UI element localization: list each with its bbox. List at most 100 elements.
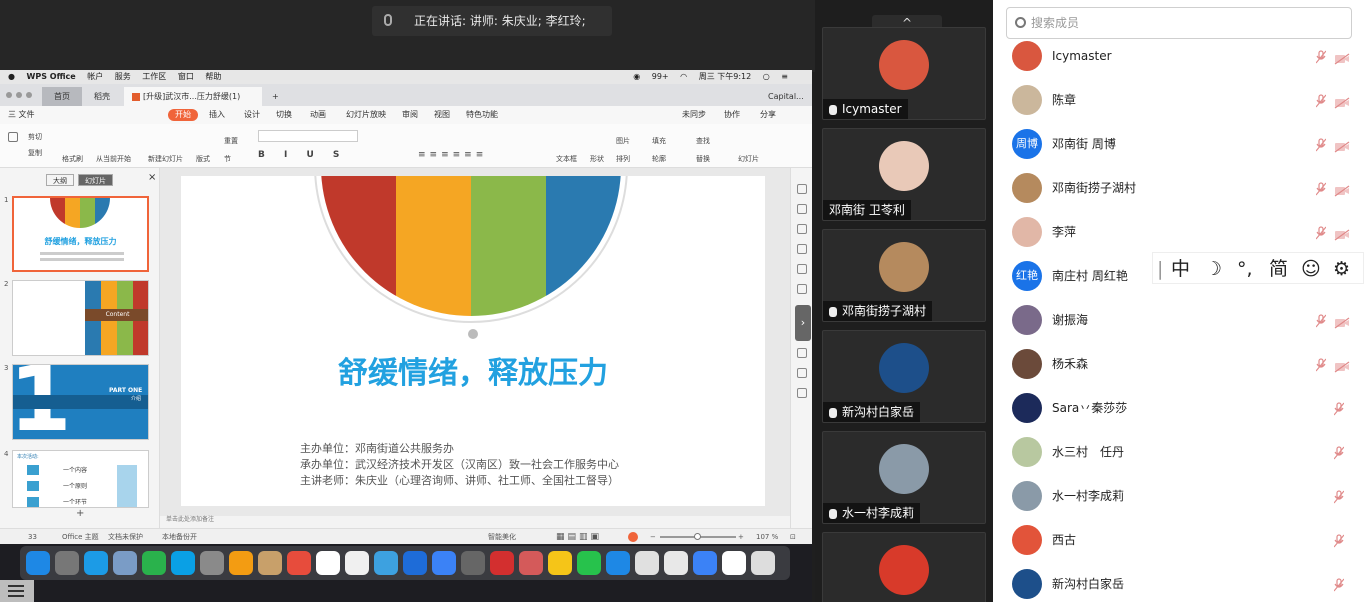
menubar-item-workspace[interactable]: 工作区	[142, 72, 166, 81]
fit-icon[interactable]: ⊡	[790, 529, 796, 545]
font-select[interactable]	[258, 130, 358, 142]
menu-review[interactable]: 审阅	[402, 106, 418, 124]
tab-slides[interactable]: 幻灯片	[78, 174, 113, 186]
zoom-out-button[interactable]: −	[650, 529, 656, 545]
transition-icon[interactable]	[797, 244, 807, 254]
slide-thumb-4[interactable]: 本次活动: 一个内容 一个原则 一个环节	[12, 450, 149, 508]
video-tile[interactable]: Icymaster	[822, 27, 986, 120]
menu-transition[interactable]: 切换	[276, 106, 292, 124]
member-item[interactable]: 谢振海	[1012, 302, 1352, 338]
mic-muted-icon[interactable]	[1315, 137, 1327, 152]
mic-muted-icon[interactable]	[1315, 357, 1327, 372]
camera-off-icon[interactable]	[1334, 138, 1350, 153]
camera-off-icon[interactable]	[1334, 358, 1350, 373]
theme-name[interactable]: Office 主题	[62, 529, 99, 545]
member-item[interactable]: 杨禾森	[1012, 346, 1352, 382]
ime-simplified[interactable]: 简	[1269, 253, 1288, 285]
tab-outline[interactable]: 大纲	[46, 174, 74, 186]
menu-animation[interactable]: 动画	[310, 106, 326, 124]
shapes-button[interactable]: 形状	[590, 154, 604, 164]
camera-off-icon[interactable]	[1334, 50, 1350, 65]
tab-docer[interactable]: 稻壳	[86, 87, 122, 106]
mic-muted-icon[interactable]	[1315, 225, 1327, 240]
camera-off-icon[interactable]	[1334, 314, 1350, 329]
menubar-item-help[interactable]: 帮助	[205, 72, 221, 81]
color-icon[interactable]	[797, 264, 807, 274]
dock-app-icon[interactable]	[693, 551, 717, 575]
image-button[interactable]: 图片	[616, 136, 630, 146]
video-tile[interactable]	[822, 532, 986, 602]
mic-muted-icon[interactable]	[1333, 577, 1345, 592]
member-item[interactable]: 水一村李成莉	[1012, 478, 1352, 514]
zoom-level[interactable]: 107 %	[756, 529, 778, 545]
meeting-toolbar-icon[interactable]	[0, 580, 34, 602]
outline-button[interactable]: 轮廓	[652, 154, 666, 164]
menu-design[interactable]: 设计	[244, 106, 260, 124]
mic-muted-icon[interactable]	[1333, 489, 1345, 504]
dock-app-icon[interactable]	[432, 551, 456, 575]
rotate-handle[interactable]	[468, 329, 478, 339]
paste-button[interactable]	[8, 132, 20, 142]
member-item[interactable]: Icymaster	[1012, 38, 1352, 74]
replace-button[interactable]: 替换	[696, 154, 710, 164]
dock-app-icon[interactable]	[55, 551, 79, 575]
menubar-item-service[interactable]: 服务	[115, 72, 131, 81]
member-item[interactable]: Sara丷秦莎莎	[1012, 390, 1352, 426]
camera-off-icon[interactable]	[1334, 226, 1350, 241]
member-item[interactable]: 西古	[1012, 522, 1352, 558]
mic-muted-icon[interactable]	[1315, 49, 1327, 64]
dock-app-icon[interactable]	[316, 551, 340, 575]
font-style-buttons[interactable]: B I U S	[258, 150, 347, 160]
slide-thumb-1[interactable]: 舒缓情绪，释放压力	[12, 196, 149, 272]
help-icon[interactable]	[797, 388, 807, 398]
panel-close-button[interactable]: ×	[148, 172, 156, 183]
member-item[interactable]: 李萍	[1012, 214, 1352, 250]
menu-slideshow[interactable]: 幻灯片放映	[346, 106, 386, 124]
camera-off-icon[interactable]	[1334, 94, 1350, 109]
member-item[interactable]: 周博 邓南街 周博	[1012, 126, 1352, 162]
menu-features[interactable]: 特色功能	[466, 106, 498, 124]
animation-icon[interactable]	[797, 224, 807, 234]
dock-app-icon[interactable]	[577, 551, 601, 575]
mic-muted-icon[interactable]	[1315, 181, 1327, 196]
camera-off-icon[interactable]	[1334, 182, 1350, 197]
play-from-current-button[interactable]: 从当前开始	[96, 154, 131, 164]
layout-button[interactable]: 版式	[196, 154, 210, 164]
mic-muted-icon[interactable]	[1333, 401, 1345, 416]
dock-app-icon[interactable]	[84, 551, 108, 575]
member-item[interactable]: 邓南街捞子湖村	[1012, 170, 1352, 206]
dock-app-icon[interactable]	[606, 551, 630, 575]
format-icon[interactable]	[797, 204, 807, 214]
section-button[interactable]: 节	[224, 154, 231, 164]
search-icon[interactable]: ○	[763, 72, 770, 81]
doc-protect-status[interactable]: 文档未保护	[108, 529, 143, 545]
backup-status[interactable]: 本地备份开	[162, 529, 197, 545]
dock-app-icon[interactable]	[490, 551, 514, 575]
slide-thumb-2[interactable]: Content	[12, 280, 149, 356]
menu-start[interactable]: 开始	[168, 109, 198, 121]
dock-app-icon[interactable]	[722, 551, 746, 575]
slide-text-organizer[interactable]: 主办单位：邓南街道公共服务办	[300, 440, 454, 456]
add-slide-button[interactable]: +	[76, 508, 84, 519]
dock-app-icon[interactable]	[287, 551, 311, 575]
dock-app-icon[interactable]	[229, 551, 253, 575]
dock-app-icon[interactable]	[635, 551, 659, 575]
slide-tools-button[interactable]: 幻灯片	[738, 154, 759, 164]
zoom-in-button[interactable]: +	[738, 529, 744, 545]
menu-insert[interactable]: 插入	[209, 106, 225, 124]
ime-mode-chinese[interactable]: 中	[1171, 253, 1190, 285]
menu-view[interactable]: 视图	[434, 106, 450, 124]
ime-punct-icon[interactable]: °,	[1237, 253, 1253, 285]
tab-document[interactable]: [升级]武汉市...压力舒缓(1)	[124, 87, 262, 106]
dock-app-icon[interactable]	[403, 551, 427, 575]
dock-app-icon[interactable]	[171, 551, 195, 575]
cut-button[interactable]: 剪切	[28, 132, 42, 142]
fill-button[interactable]: 填充	[652, 136, 666, 146]
video-tile[interactable]: 水一村李成莉	[822, 431, 986, 524]
view-mode-buttons[interactable]: ▦▤▥▣	[556, 529, 602, 545]
ime-gear-icon[interactable]: ⚙	[1333, 253, 1350, 285]
menubar-item-window[interactable]: 窗口	[178, 72, 194, 81]
slide-canvas[interactable]: 舒缓情绪，释放压力 主办单位：邓南街道公共服务办 承办单位：武汉经济技术开发区（…	[181, 176, 765, 506]
dock-app-icon[interactable]	[113, 551, 137, 575]
menubar-app-name[interactable]: WPS Office	[27, 72, 76, 81]
